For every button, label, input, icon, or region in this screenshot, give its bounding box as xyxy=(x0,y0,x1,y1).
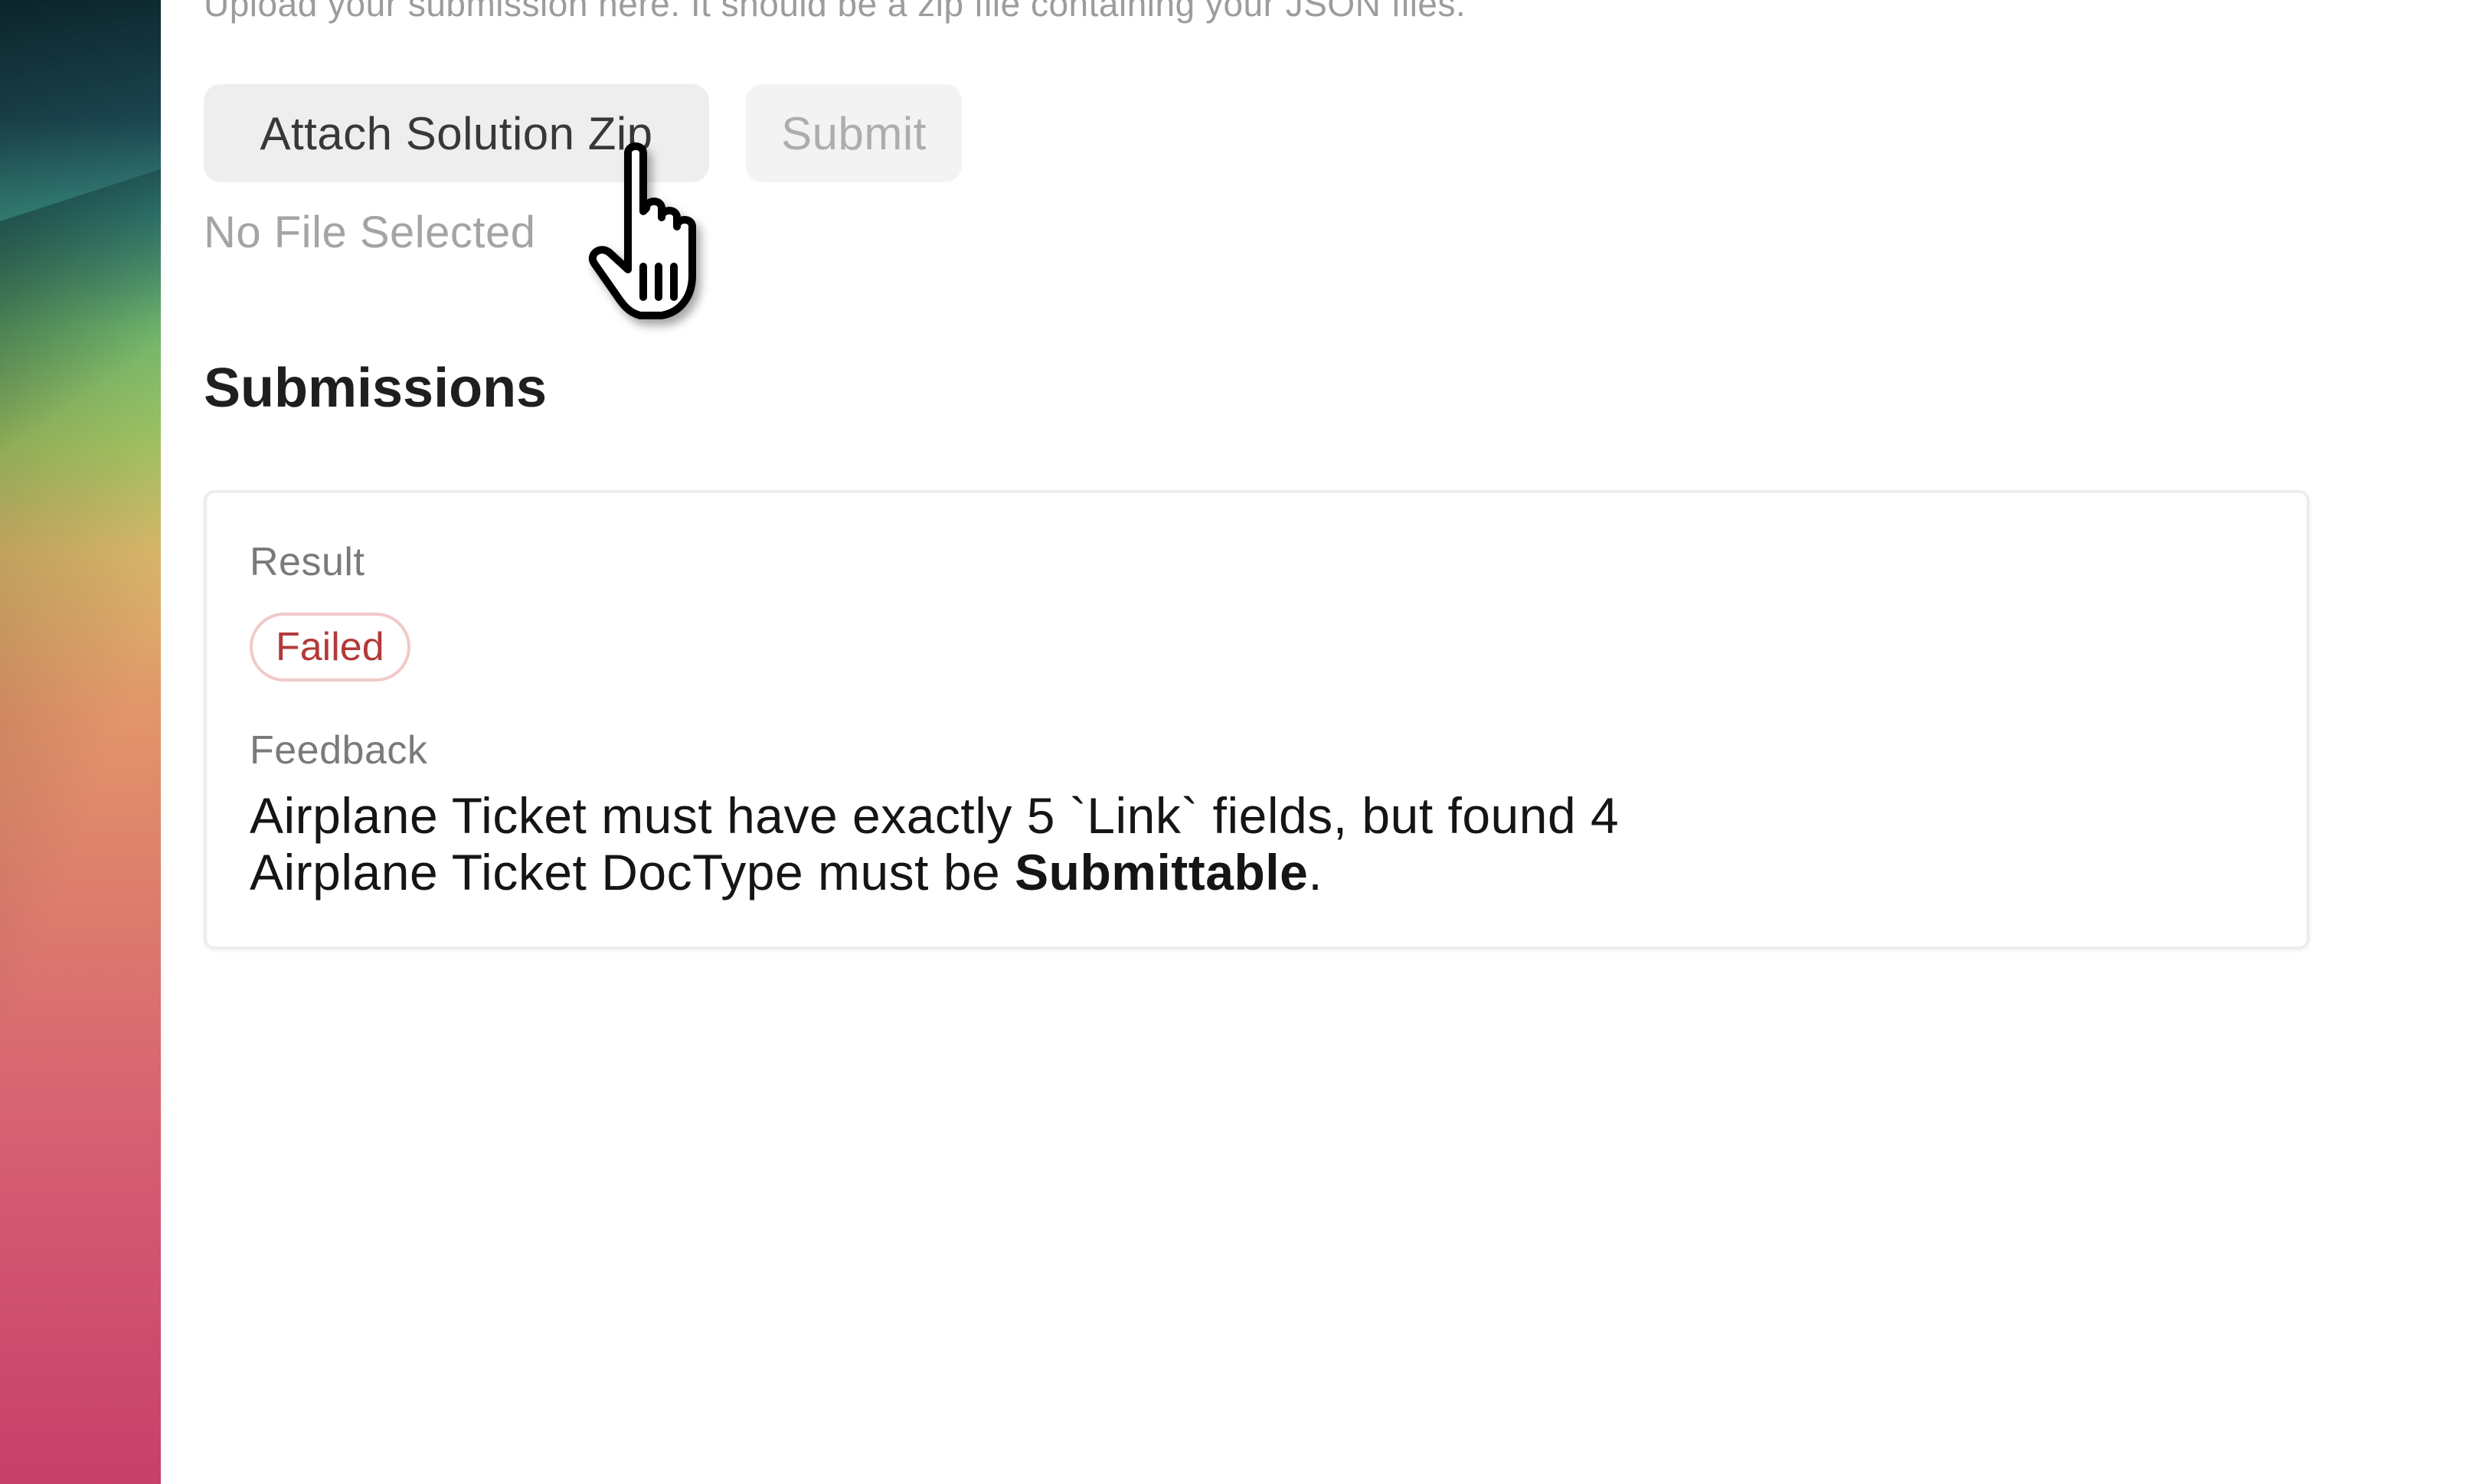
feedback-line-2-suffix: . xyxy=(1308,844,1323,901)
result-label: Result xyxy=(250,540,365,584)
feedback-label: Feedback xyxy=(250,728,428,773)
file-status: No File Selected xyxy=(204,208,536,257)
submissions-heading: Submissions xyxy=(204,358,548,419)
upload-instructions: Upload your submission here. It should b… xyxy=(204,0,1466,24)
main-panel: Upload your submission here. It should b… xyxy=(161,0,2475,1484)
desktop-wallpaper xyxy=(0,0,161,1484)
submit-button[interactable]: Submit xyxy=(746,84,962,182)
submission-card: Result Failed Feedback Airplane Ticket m… xyxy=(204,490,2310,950)
feedback-line-1: Airplane Ticket must have exactly 5 `Lin… xyxy=(250,787,1620,844)
feedback-line-2: Airplane Ticket DocType must be Submitta… xyxy=(250,844,1619,901)
feedback-text: Airplane Ticket must have exactly 5 `Lin… xyxy=(250,787,1619,901)
feedback-line-2-prefix: Airplane Ticket DocType must be xyxy=(250,844,1015,901)
wallpaper-shade xyxy=(0,0,161,1484)
feedback-line-2-bold: Submittable xyxy=(1015,844,1309,901)
screen: Upload your submission here. It should b… xyxy=(0,0,2475,1484)
status-badge: Failed xyxy=(250,613,410,682)
pointing-hand-cursor-icon xyxy=(589,142,696,319)
